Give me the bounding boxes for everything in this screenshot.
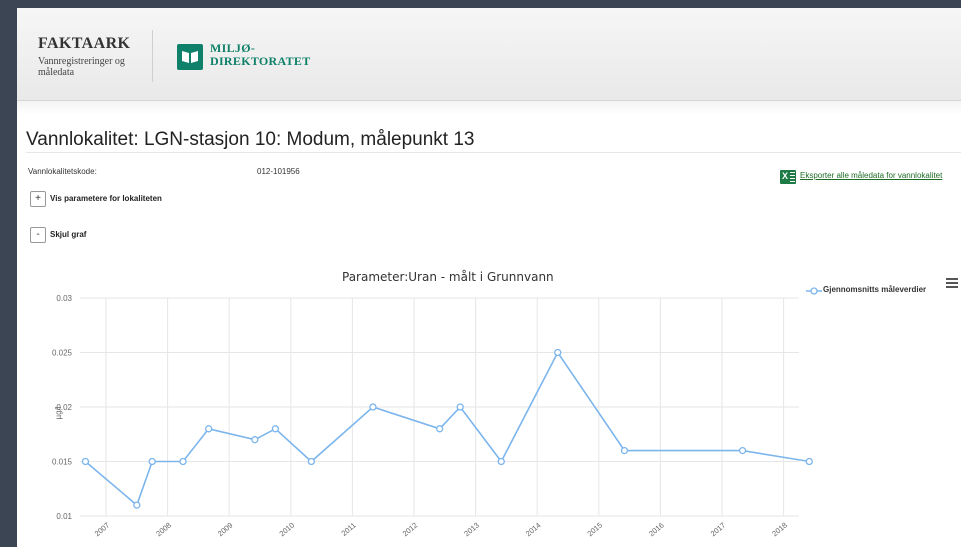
y-tick-label: 0.025 <box>52 349 73 358</box>
data-point <box>271 425 280 433</box>
data-point <box>369 403 377 411</box>
data-point <box>456 403 464 411</box>
data-point <box>179 457 187 466</box>
y-tick-label: 0.01 <box>56 512 72 521</box>
x-tick-label: 2014 <box>524 521 543 539</box>
x-tick-label: 2017 <box>709 521 728 539</box>
y-tick-label: 0.03 <box>56 294 72 303</box>
data-point <box>81 457 90 466</box>
data-point <box>738 446 747 455</box>
data-point <box>251 436 259 444</box>
data-point <box>205 425 213 433</box>
uran-line-chart: 0.030.0250.020.0150.012007 2008 2009 2010 20… <box>52 294 813 539</box>
x-tick-label: 2016 <box>647 521 666 539</box>
data-point <box>307 457 315 466</box>
y-tick-label: 0.015 <box>52 458 73 467</box>
x-tick-label: 2007 <box>93 521 112 539</box>
x-tick-label: 2010 <box>278 521 297 539</box>
data-point <box>436 425 444 433</box>
data-point <box>554 348 562 357</box>
page-frame: FAKTAARK Vannregistreringer og måledata … <box>17 8 961 547</box>
data-point <box>620 446 629 455</box>
x-tick-label: 2018 <box>770 521 789 539</box>
x-tick-label: 2008 <box>154 521 173 539</box>
x-tick-label: 2015 <box>586 521 605 539</box>
data-point <box>148 457 156 466</box>
x-tick-label: 2012 <box>401 521 420 539</box>
y-axis-label: µg/l <box>54 406 63 419</box>
x-tick-label: 2009 <box>216 521 235 539</box>
data-point <box>497 457 505 466</box>
data-point <box>805 457 813 466</box>
series-line <box>84 350 810 507</box>
x-tick-label: 2011 <box>340 521 358 538</box>
data-point <box>133 501 141 509</box>
x-tick-label: 2013 <box>462 521 481 539</box>
